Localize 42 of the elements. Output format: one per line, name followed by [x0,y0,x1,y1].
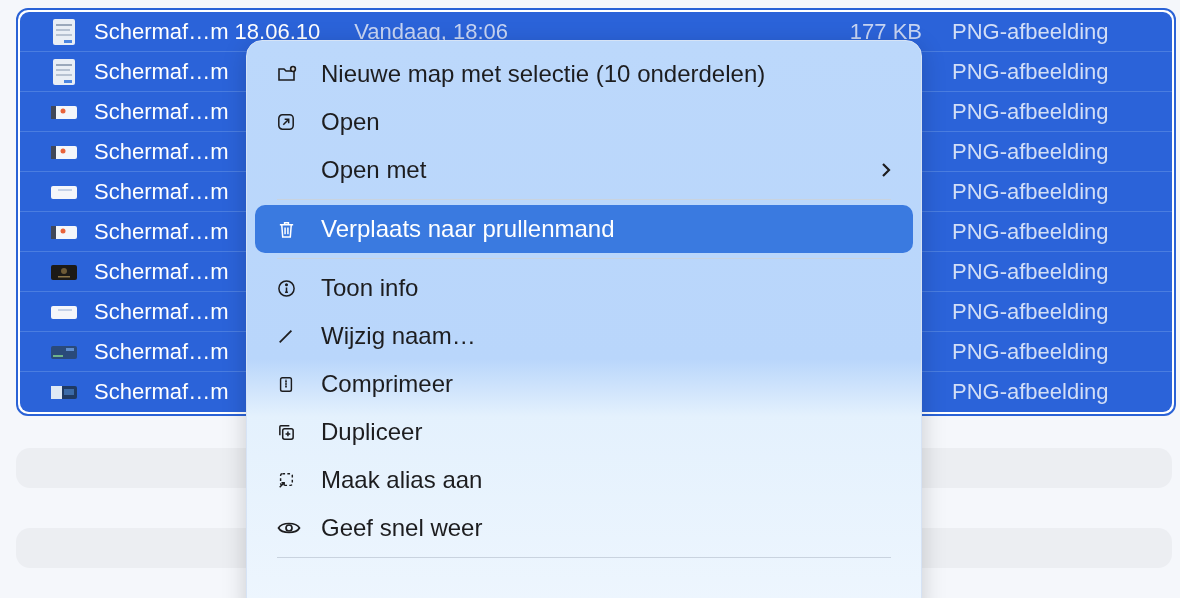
menu-item[interactable]: Comprimeer [255,360,913,408]
file-kind: PNG-afbeelding [952,379,1110,405]
archive-icon [277,374,295,394]
menu-item[interactable]: Maak alias aan [255,456,913,504]
menu-item[interactable]: Verplaats naar prullenmand [255,205,913,253]
file-name: Schermaf…m [94,98,229,125]
file-name: Schermaf…m [94,379,229,405]
open-icon [277,113,295,131]
file-name: Schermaf…m [94,298,229,325]
file-name: Schermaf…m [94,258,229,285]
file-kind: PNG-afbeelding [952,338,1110,365]
file-kind: PNG-afbeelding [952,98,1110,125]
file-name: Schermaf…m 18.06.10 [94,18,321,45]
file-name: Schermaf…m [94,338,229,365]
file-kind: PNG-afbeelding [952,58,1110,85]
file-kind: PNG-afbeelding [952,258,1110,285]
file-kind: PNG-afbeelding [952,138,1110,165]
file-date: Vandaag, 18:06 [354,18,508,45]
menu-item[interactable]: Wijzig naam… [255,312,913,360]
file-kind: PNG-afbeelding [952,218,1110,245]
alias-icon [277,471,295,489]
file-name: Schermaf…m [94,178,229,205]
file-name: Schermaf…m [94,138,229,165]
file-kind: PNG-afbeelding [952,178,1110,205]
folder-plus-icon [277,64,297,84]
trash-icon [277,219,296,239]
pencil-icon [277,327,295,345]
file-kind: PNG-afbeelding [952,18,1110,45]
menu-item[interactable]: Toon info [255,264,913,312]
info-icon [277,278,296,298]
chevron-icon [881,162,891,178]
eye-icon [277,520,301,536]
menu-item[interactable]: Geef snel weer [255,504,913,552]
file-kind: PNG-afbeelding [952,298,1110,325]
menu-item[interactable]: Open met [255,146,913,194]
menu-item[interactable]: Nieuwe map met selectie (10 onderdelen) [255,50,913,98]
menu-item[interactable]: Dupliceer [255,408,913,456]
file-name: Schermaf…m [94,58,229,85]
file-name: Schermaf…m [94,218,229,245]
duplicate-icon [277,422,296,442]
file-size: 177 KB [849,18,922,45]
menu-item[interactable]: Open [255,98,913,146]
